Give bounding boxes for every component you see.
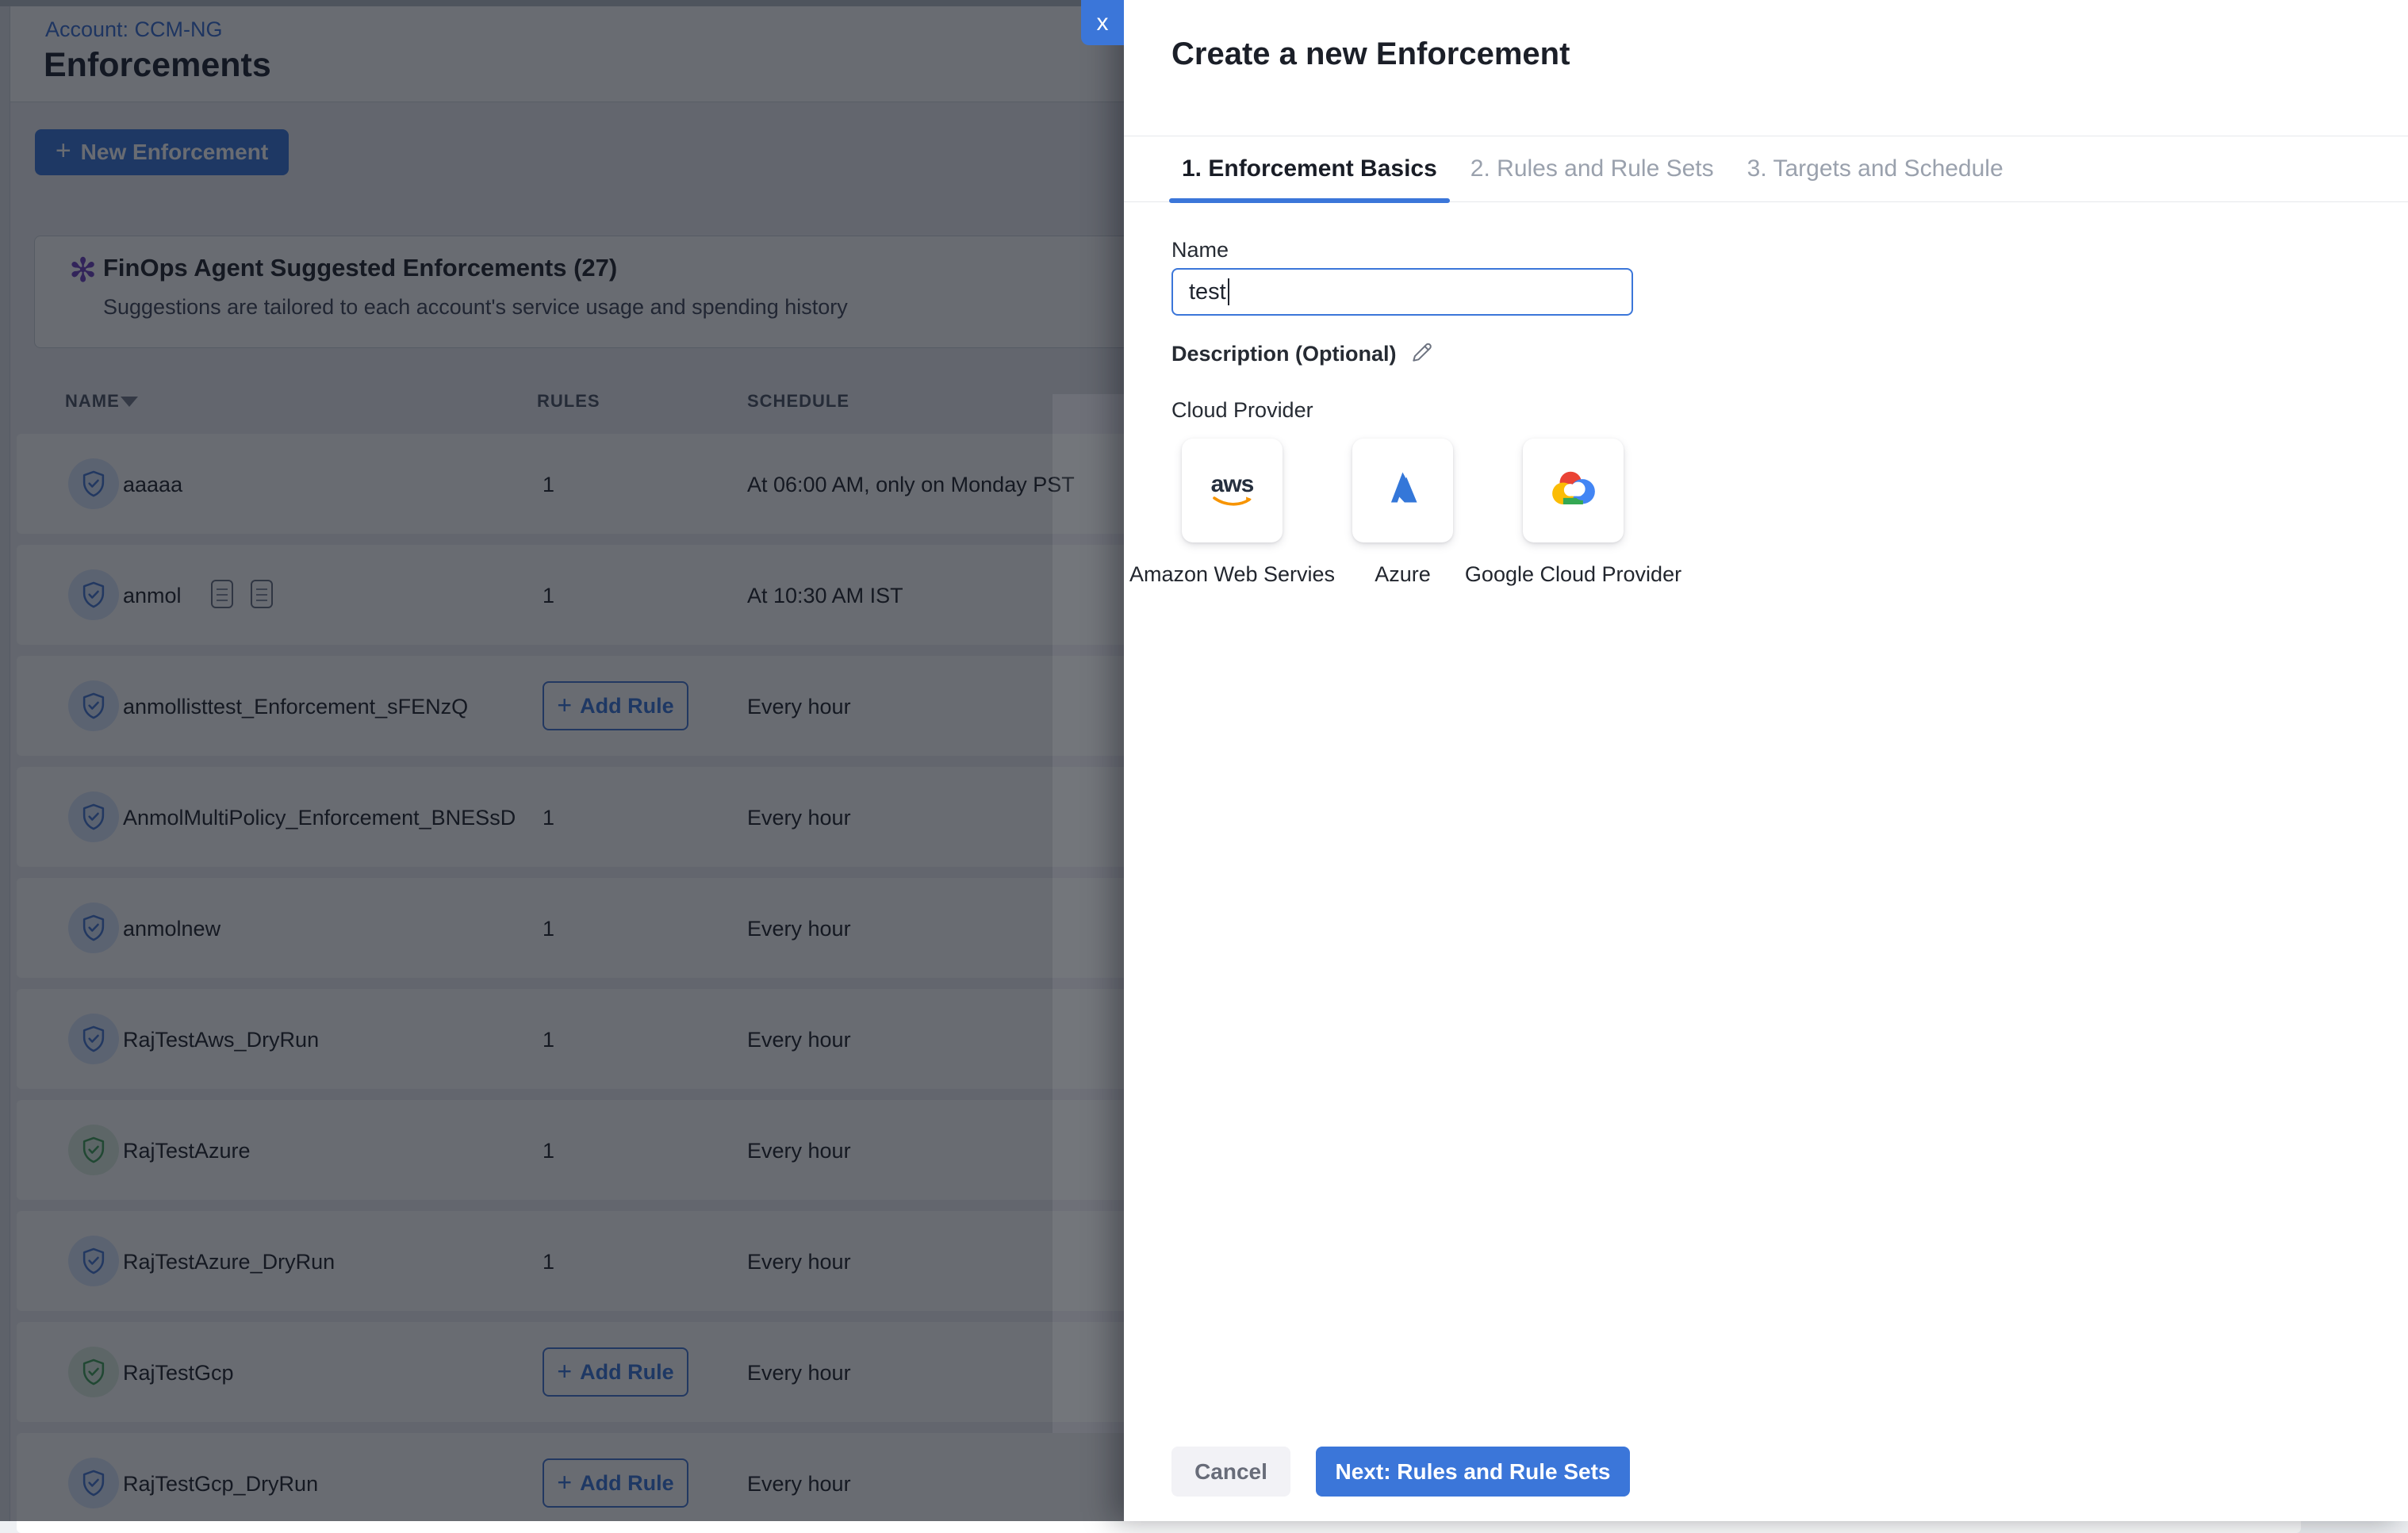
- azure-logo-icon: [1380, 466, 1426, 515]
- name-label: Name: [1171, 238, 1229, 263]
- highlighted-column-band: [1053, 394, 1124, 1433]
- drawer-title: Create a new Enforcement: [1171, 36, 1570, 72]
- gcp-label: Google Cloud Provider: [1455, 558, 1693, 591]
- name-input-value: test: [1189, 279, 1226, 305]
- provider-option-azure: Azure: [1352, 439, 1453, 542]
- wizard-tabbar: 1. Enforcement Basics 2. Rules and Rule …: [1124, 136, 2408, 202]
- close-icon[interactable]: x: [1081, 0, 1124, 45]
- cancel-button[interactable]: Cancel: [1171, 1447, 1290, 1497]
- name-input[interactable]: test: [1171, 268, 1633, 316]
- gcp-logo-icon: [1550, 469, 1597, 512]
- provider-option-gcp: Google Cloud Provider: [1523, 439, 1624, 542]
- next-button[interactable]: Next: Rules and Rule Sets: [1316, 1447, 1630, 1497]
- aws-card[interactable]: aws: [1182, 439, 1283, 542]
- tab-rules-and-rule-sets[interactable]: 2. Rules and Rule Sets: [1458, 136, 1727, 202]
- gcp-card[interactable]: [1523, 439, 1624, 542]
- azure-card[interactable]: [1352, 439, 1453, 542]
- description-label: Description (Optional): [1171, 342, 1397, 366]
- cloud-provider-label: Cloud Provider: [1171, 398, 1313, 423]
- drawer-footer: Cancel Next: Rules and Rule Sets: [1171, 1447, 1630, 1497]
- text-caret: [1228, 278, 1229, 305]
- create-enforcement-drawer: Create a new Enforcement 1. Enforcement …: [1124, 0, 2408, 1521]
- tab-enforcement-basics[interactable]: 1. Enforcement Basics: [1169, 136, 1450, 202]
- provider-option-aws: aws Amazon Web Servies: [1182, 439, 1283, 542]
- tab-targets-and-schedule[interactable]: 3. Targets and Schedule: [1735, 136, 2016, 202]
- edit-pencil-icon[interactable]: [1409, 339, 1435, 369]
- aws-logo-icon: aws: [1210, 473, 1256, 508]
